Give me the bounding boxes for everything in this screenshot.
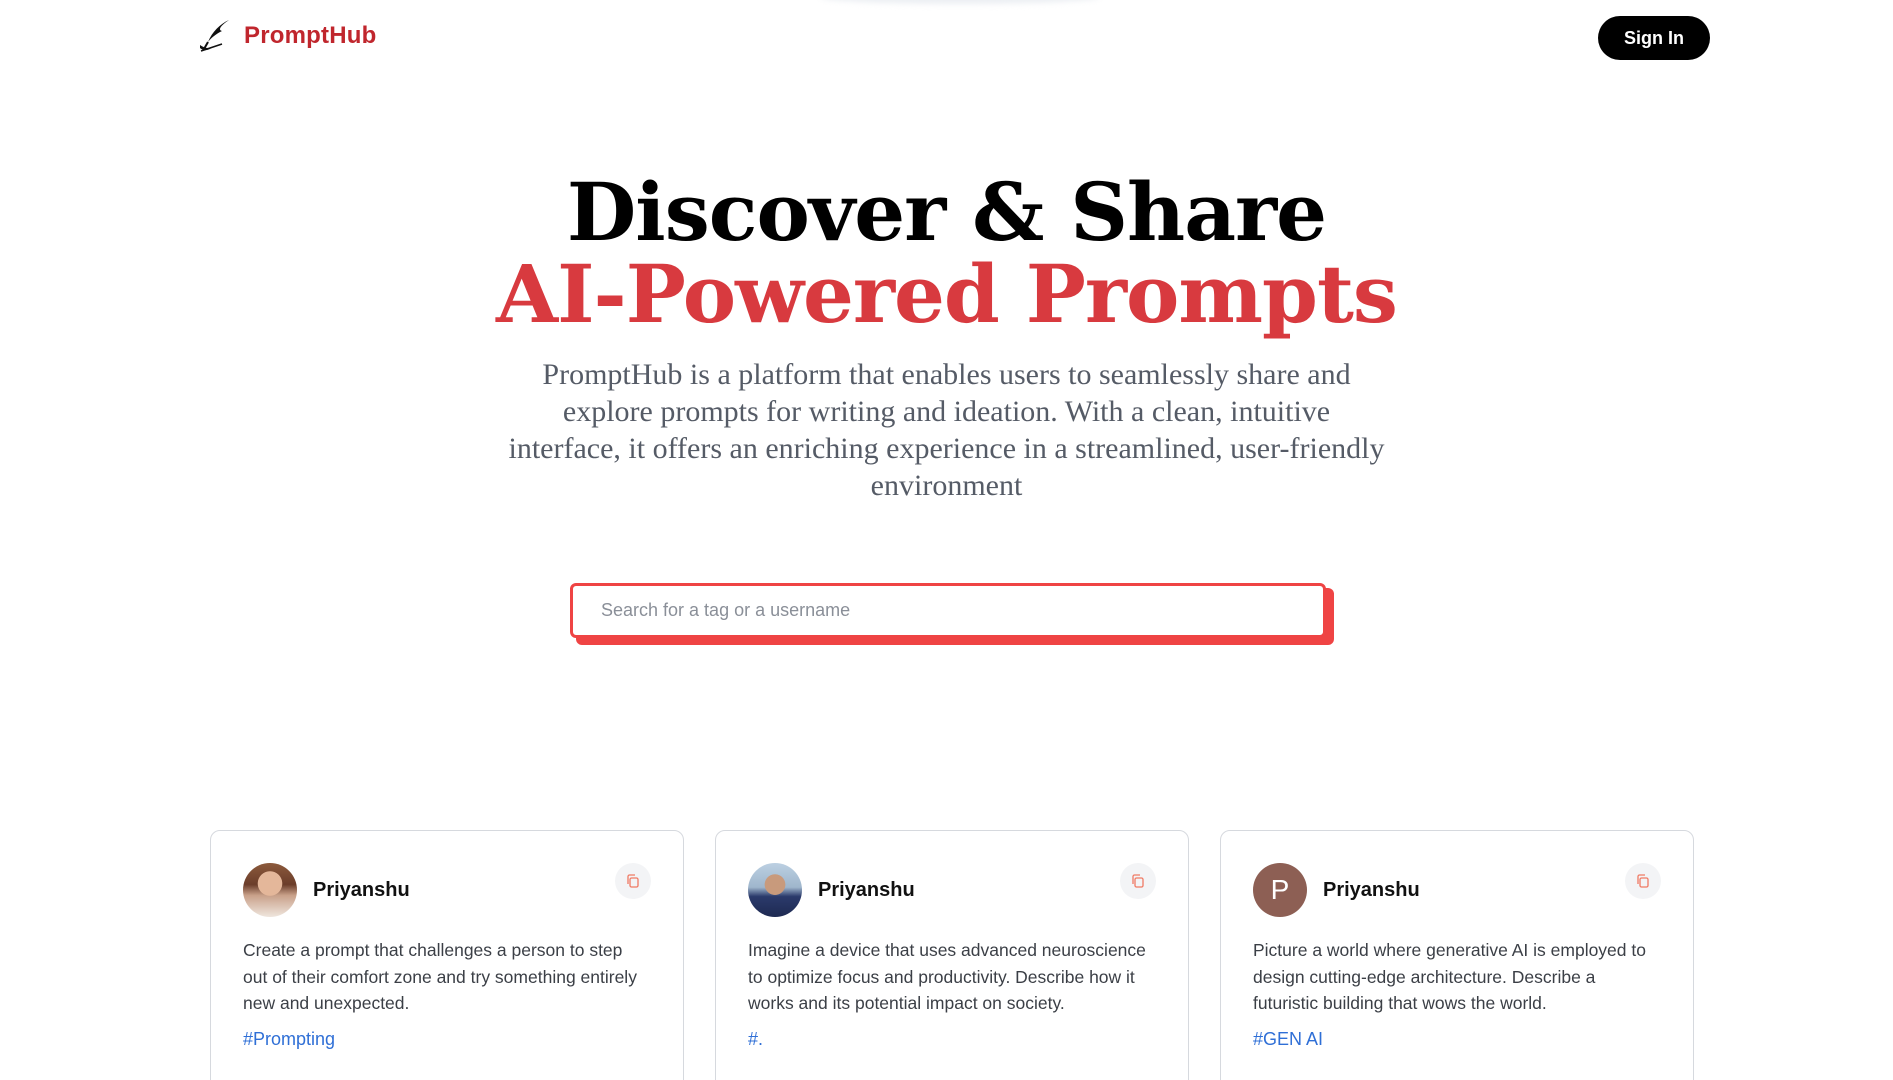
copy-button[interactable] [615, 863, 651, 899]
brand-link[interactable]: PromptHub [198, 18, 376, 54]
copy-button[interactable] [1625, 863, 1661, 899]
prompt-text: Create a prompt that challenges a person… [243, 940, 637, 1013]
username[interactable]: Priyanshu [313, 879, 615, 902]
copy-button[interactable] [1120, 863, 1156, 899]
username[interactable]: Priyanshu [1323, 879, 1625, 902]
hero-section: Discover & Share AI-Powered Prompts Prom… [0, 170, 1893, 504]
prompt-card: Priyanshu Create a prompt that challenge… [210, 830, 684, 1080]
sign-in-button[interactable]: Sign In [1598, 16, 1710, 60]
card-header: Priyanshu [748, 863, 1156, 917]
hero-description: PromptHub is a platform that enables use… [508, 358, 1385, 502]
copy-icon [627, 874, 639, 888]
prompt-card-list: Priyanshu Create a prompt that challenge… [210, 830, 1694, 1080]
avatar[interactable] [748, 863, 802, 917]
search-input[interactable] [570, 583, 1326, 638]
avatar[interactable]: P [1253, 863, 1307, 917]
navbar: PromptHub Sign In [0, 0, 1893, 78]
brand-name: PromptHub [244, 22, 377, 49]
prompt-text: Picture a world where generative AI is e… [1253, 940, 1646, 1013]
username[interactable]: Priyanshu [818, 879, 1120, 902]
search-form [570, 583, 1334, 645]
card-header: Priyanshu [243, 863, 651, 917]
quill-icon [200, 20, 229, 52]
copy-icon [1132, 874, 1144, 888]
card-header: P Priyanshu [1253, 863, 1661, 917]
hero-title-line1: Discover & Share [566, 165, 1327, 259]
prompt-tag[interactable]: #. [748, 1029, 763, 1050]
prompt-card: P Priyanshu Picture a world where genera… [1220, 830, 1694, 1080]
hero-title-line2: AI-Powered Prompts [496, 247, 1398, 341]
prompt-tag[interactable]: #Prompting [243, 1029, 335, 1050]
prompt-card: Priyanshu Imagine a device that uses adv… [715, 830, 1189, 1080]
avatar[interactable] [243, 863, 297, 917]
prompt-tag[interactable]: #GEN AI [1253, 1029, 1323, 1050]
copy-icon [1637, 874, 1649, 888]
prompt-text: Imagine a device that uses advanced neur… [748, 940, 1146, 1013]
